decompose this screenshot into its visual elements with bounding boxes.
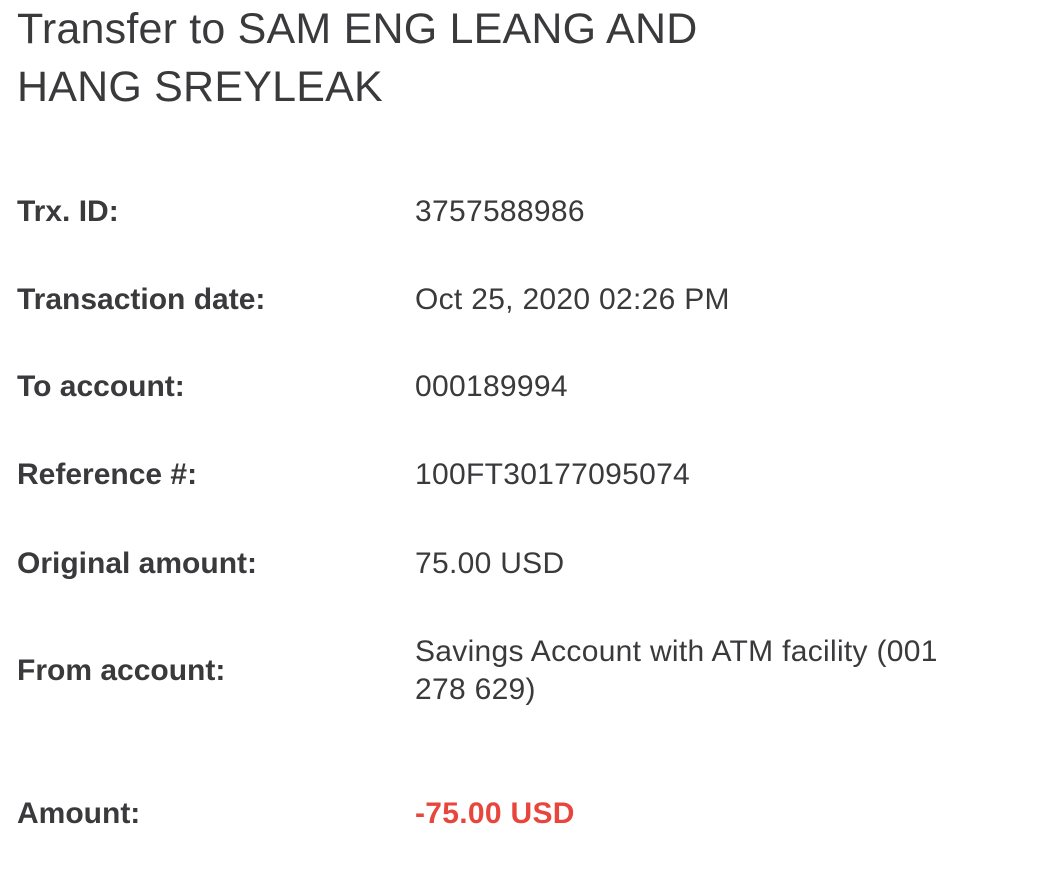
detail-row-transaction-date: Transaction date: Oct 25, 2020 02:26 PM bbox=[17, 281, 1027, 319]
trx-id-value: 3757588986 bbox=[415, 195, 585, 228]
to-account-value: 000189994 bbox=[415, 370, 568, 403]
amount-label: Amount: bbox=[17, 797, 141, 830]
to-account-label: To account: bbox=[17, 370, 185, 403]
title-line-2: HANG SREYLEAK bbox=[17, 63, 383, 111]
from-account-label: From account: bbox=[17, 654, 226, 687]
reference-value: 100FT30177095074 bbox=[415, 458, 691, 491]
page-title: Transfer to SAM ENG LEANG AND HANG SREYL… bbox=[17, 0, 1017, 116]
detail-row-trx-id: Trx. ID: 3757588986 bbox=[17, 193, 1027, 231]
from-account-value-line-1: Savings Account with ATM facility (001 bbox=[415, 635, 938, 668]
amount-value: -75.00 USD bbox=[415, 797, 575, 830]
detail-row-reference: Reference #: 100FT30177095074 bbox=[17, 456, 1027, 494]
trx-id-label: Trx. ID: bbox=[17, 195, 119, 228]
reference-label: Reference #: bbox=[17, 458, 198, 491]
original-amount-value: 75.00 USD bbox=[415, 547, 565, 580]
transaction-date-label: Transaction date: bbox=[17, 283, 266, 316]
transaction-date-value: Oct 25, 2020 02:26 PM bbox=[415, 283, 730, 316]
detail-row-to-account: To account: 000189994 bbox=[17, 368, 1027, 406]
detail-row-amount: Amount: -75.00 USD bbox=[17, 795, 1027, 833]
detail-row-original-amount: Original amount: 75.00 USD bbox=[17, 545, 1027, 583]
from-account-value-line-2: 278 629) bbox=[415, 673, 536, 706]
original-amount-label: Original amount: bbox=[17, 547, 257, 580]
detail-row-from-account: From account: Savings Account with ATM f… bbox=[17, 633, 1027, 709]
title-line-1: Transfer to SAM ENG LEANG AND bbox=[17, 5, 698, 53]
from-account-value: Savings Account with ATM facility (001 2… bbox=[415, 633, 1027, 709]
